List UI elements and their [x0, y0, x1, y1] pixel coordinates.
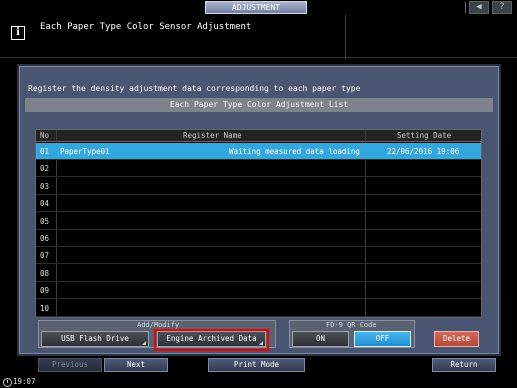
next-button[interactable]: Next — [104, 358, 168, 372]
corner-arrow-icon — [142, 341, 146, 345]
delete-button[interactable]: Delete — [434, 331, 479, 347]
table-row[interactable]: 03 — [36, 178, 481, 195]
return-button[interactable]: Return — [432, 358, 496, 372]
table-row[interactable]: 06 — [36, 230, 481, 247]
row-number: 07 — [40, 251, 50, 261]
column-header-name: Register Name — [183, 131, 242, 140]
row-number: 09 — [40, 286, 50, 296]
fd9-qr-code-label: FD-9 QR Code — [326, 321, 377, 329]
row-register-name: PaperType01 — [60, 147, 110, 156]
screen-title: ADJUSTMENT — [205, 1, 307, 14]
clock-icon — [3, 378, 12, 387]
message-divider — [345, 15, 346, 58]
highlight-frame — [154, 329, 269, 351]
instruction-text: Register the density adjustment data cor… — [28, 84, 361, 93]
usb-flash-drive-button[interactable]: USB Flash Drive — [41, 331, 149, 347]
row-status: Waiting measured data loading — [229, 147, 360, 156]
row-number: 08 — [40, 268, 50, 278]
help-icon[interactable]: ? — [492, 1, 512, 14]
top-divider — [465, 2, 466, 13]
speaker-icon[interactable]: ◀ — [469, 1, 489, 14]
table-row[interactable]: 01 PaperType01 Waiting measured data loadi… — [36, 143, 481, 160]
row-number: 04 — [40, 199, 50, 209]
table-row[interactable]: 08 — [36, 265, 481, 282]
page-title: Each Paper Type Color Sensor Adjustment — [40, 22, 252, 32]
qr-on-button[interactable]: ON — [292, 331, 349, 347]
table-row[interactable]: 04 — [36, 195, 481, 213]
row-number: 03 — [40, 181, 50, 191]
list-title: Each Paper Type Color Adjustment List — [25, 98, 493, 112]
table-row[interactable]: 02 — [36, 160, 481, 178]
usb-flash-drive-label: USB Flash Drive — [61, 334, 129, 343]
table-header: No Register Name Setting Date — [36, 130, 481, 142]
row-number: 02 — [40, 164, 50, 174]
table-row[interactable]: 10 — [36, 300, 481, 317]
clock-time: 19:07 — [13, 377, 36, 386]
row-number: 05 — [40, 216, 50, 226]
column-header-no: No — [40, 131, 50, 140]
row-number: 10 — [40, 303, 50, 313]
print-mode-button[interactable]: Print Mode — [208, 358, 305, 372]
table-row[interactable]: 05 — [36, 213, 481, 230]
table-row[interactable]: 07 — [36, 247, 481, 265]
info-icon: i — [11, 26, 25, 40]
add-modify-label: Add/Modify — [137, 321, 180, 329]
row-number: 06 — [40, 234, 50, 243]
status-bar — [0, 377, 517, 388]
row-number: 01 — [40, 147, 50, 156]
qr-off-button[interactable]: OFF — [354, 331, 411, 347]
table-row[interactable]: 09 — [36, 282, 481, 300]
row-setting-date: 22/06/2016 19:06 — [387, 147, 460, 156]
register-table: No Register Name Setting Date 01 PaperTyp… — [35, 129, 482, 318]
column-header-date: Setting Date — [397, 131, 452, 140]
previous-button[interactable]: Previous — [38, 358, 102, 372]
